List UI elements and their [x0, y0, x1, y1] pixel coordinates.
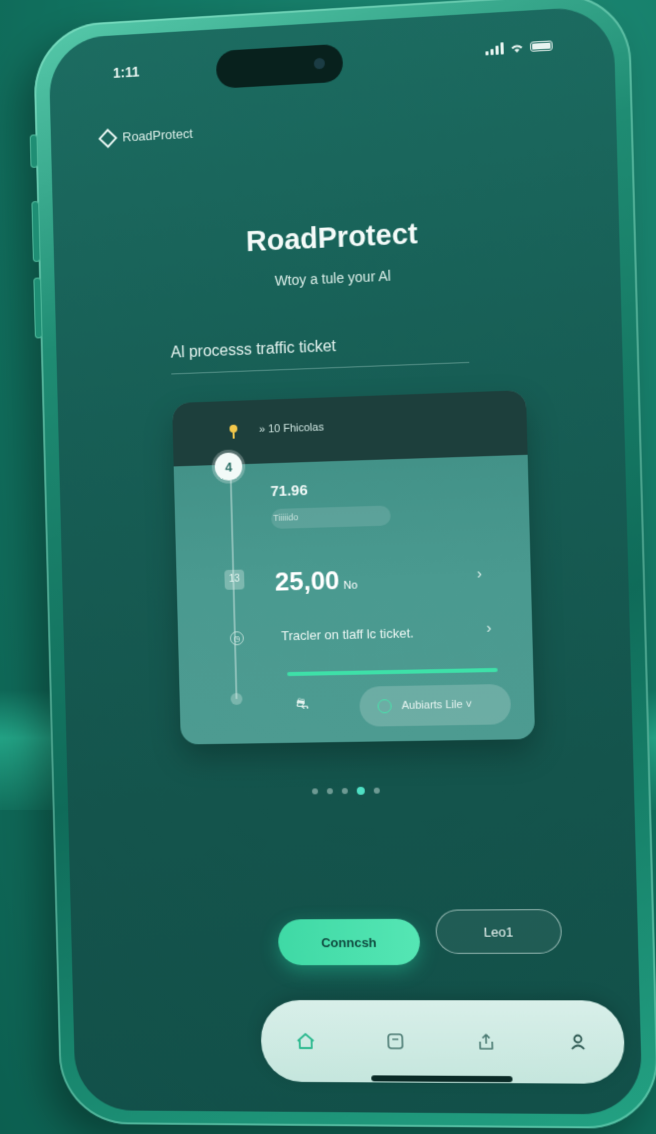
wifi-icon	[511, 44, 523, 53]
tab-home[interactable]	[285, 1021, 326, 1061]
page-dot-active[interactable]	[356, 786, 365, 795]
app-logo: RoadProtect	[98, 125, 193, 148]
pagination-dots[interactable]	[68, 783, 634, 798]
card-header-text: » 10 Fhicolas	[258, 421, 325, 436]
brand-name: RoadProtect	[122, 125, 193, 145]
status-circle-icon	[377, 699, 392, 714]
page-dot[interactable]	[326, 788, 333, 795]
tab-share[interactable]	[465, 1021, 507, 1062]
options-dropdown-label: Aubiarts Lile ˅	[401, 698, 473, 712]
camera-dot	[313, 57, 326, 70]
tab-profile[interactable]	[557, 1022, 599, 1063]
tab-tickets[interactable]	[375, 1021, 416, 1061]
connect-button[interactable]: Conncsh	[277, 918, 421, 966]
status-icons	[485, 39, 553, 56]
ticket-amount: 25,00 No	[274, 565, 357, 598]
action-button	[29, 134, 39, 169]
section-label: Al processs traffic ticket	[170, 338, 337, 362]
dynamic-island	[215, 43, 344, 89]
home-indicator	[371, 1075, 513, 1083]
section-divider	[171, 361, 470, 375]
signal-icon	[485, 42, 504, 56]
logo-icon	[98, 128, 118, 148]
progress-bar	[287, 667, 498, 677]
timeline-node-end	[230, 692, 243, 705]
location-pin-icon	[229, 424, 238, 439]
ticket-amount-unit: No	[343, 579, 358, 592]
options-dropdown[interactable]: Aubiarts Lile ˅	[359, 683, 512, 727]
amount-chevron-right-icon[interactable]: ›	[477, 565, 483, 582]
car-icon[interactable]: ⛐	[296, 696, 309, 715]
timeline-node-current: 4	[214, 452, 243, 481]
ticket-value-small: 71.96	[270, 481, 308, 501]
phone-device: 1:11 RoadProtect RoadProtect Wtoy a tule…	[29, 0, 656, 1129]
volume-down-button	[33, 277, 43, 339]
row-chevron-right-icon[interactable]: ›	[486, 620, 492, 637]
page-title: RoadProtect	[245, 218, 419, 259]
ticket-icon	[386, 1032, 405, 1050]
value-subtext: Tiiiiido	[273, 512, 299, 523]
status-time: 1:11	[112, 63, 140, 81]
phone-screen: 1:11 RoadProtect RoadProtect Wtoy a tule…	[48, 5, 643, 1115]
timeline-node-square: 13	[224, 569, 245, 590]
ticket-card[interactable]: » 10 Fhicolas 4 71.96 Tiiiiido 13 25,00 N…	[172, 390, 536, 745]
battery-icon	[529, 40, 553, 52]
page-dot[interactable]	[341, 787, 348, 795]
track-ticket-text[interactable]: Tracler on tlaff lc ticket.	[281, 625, 414, 643]
page-dot[interactable]	[311, 788, 319, 795]
secondary-button[interactable]: Leo1	[435, 909, 563, 954]
home-icon	[295, 1032, 315, 1050]
profile-icon	[568, 1033, 587, 1051]
volume-up-button	[31, 200, 41, 263]
ticket-amount-value: 25,00	[274, 565, 340, 597]
page-dot[interactable]	[373, 787, 380, 794]
clock-icon: ◷	[229, 631, 244, 646]
share-icon	[477, 1033, 496, 1051]
tab-bar	[260, 1000, 626, 1084]
